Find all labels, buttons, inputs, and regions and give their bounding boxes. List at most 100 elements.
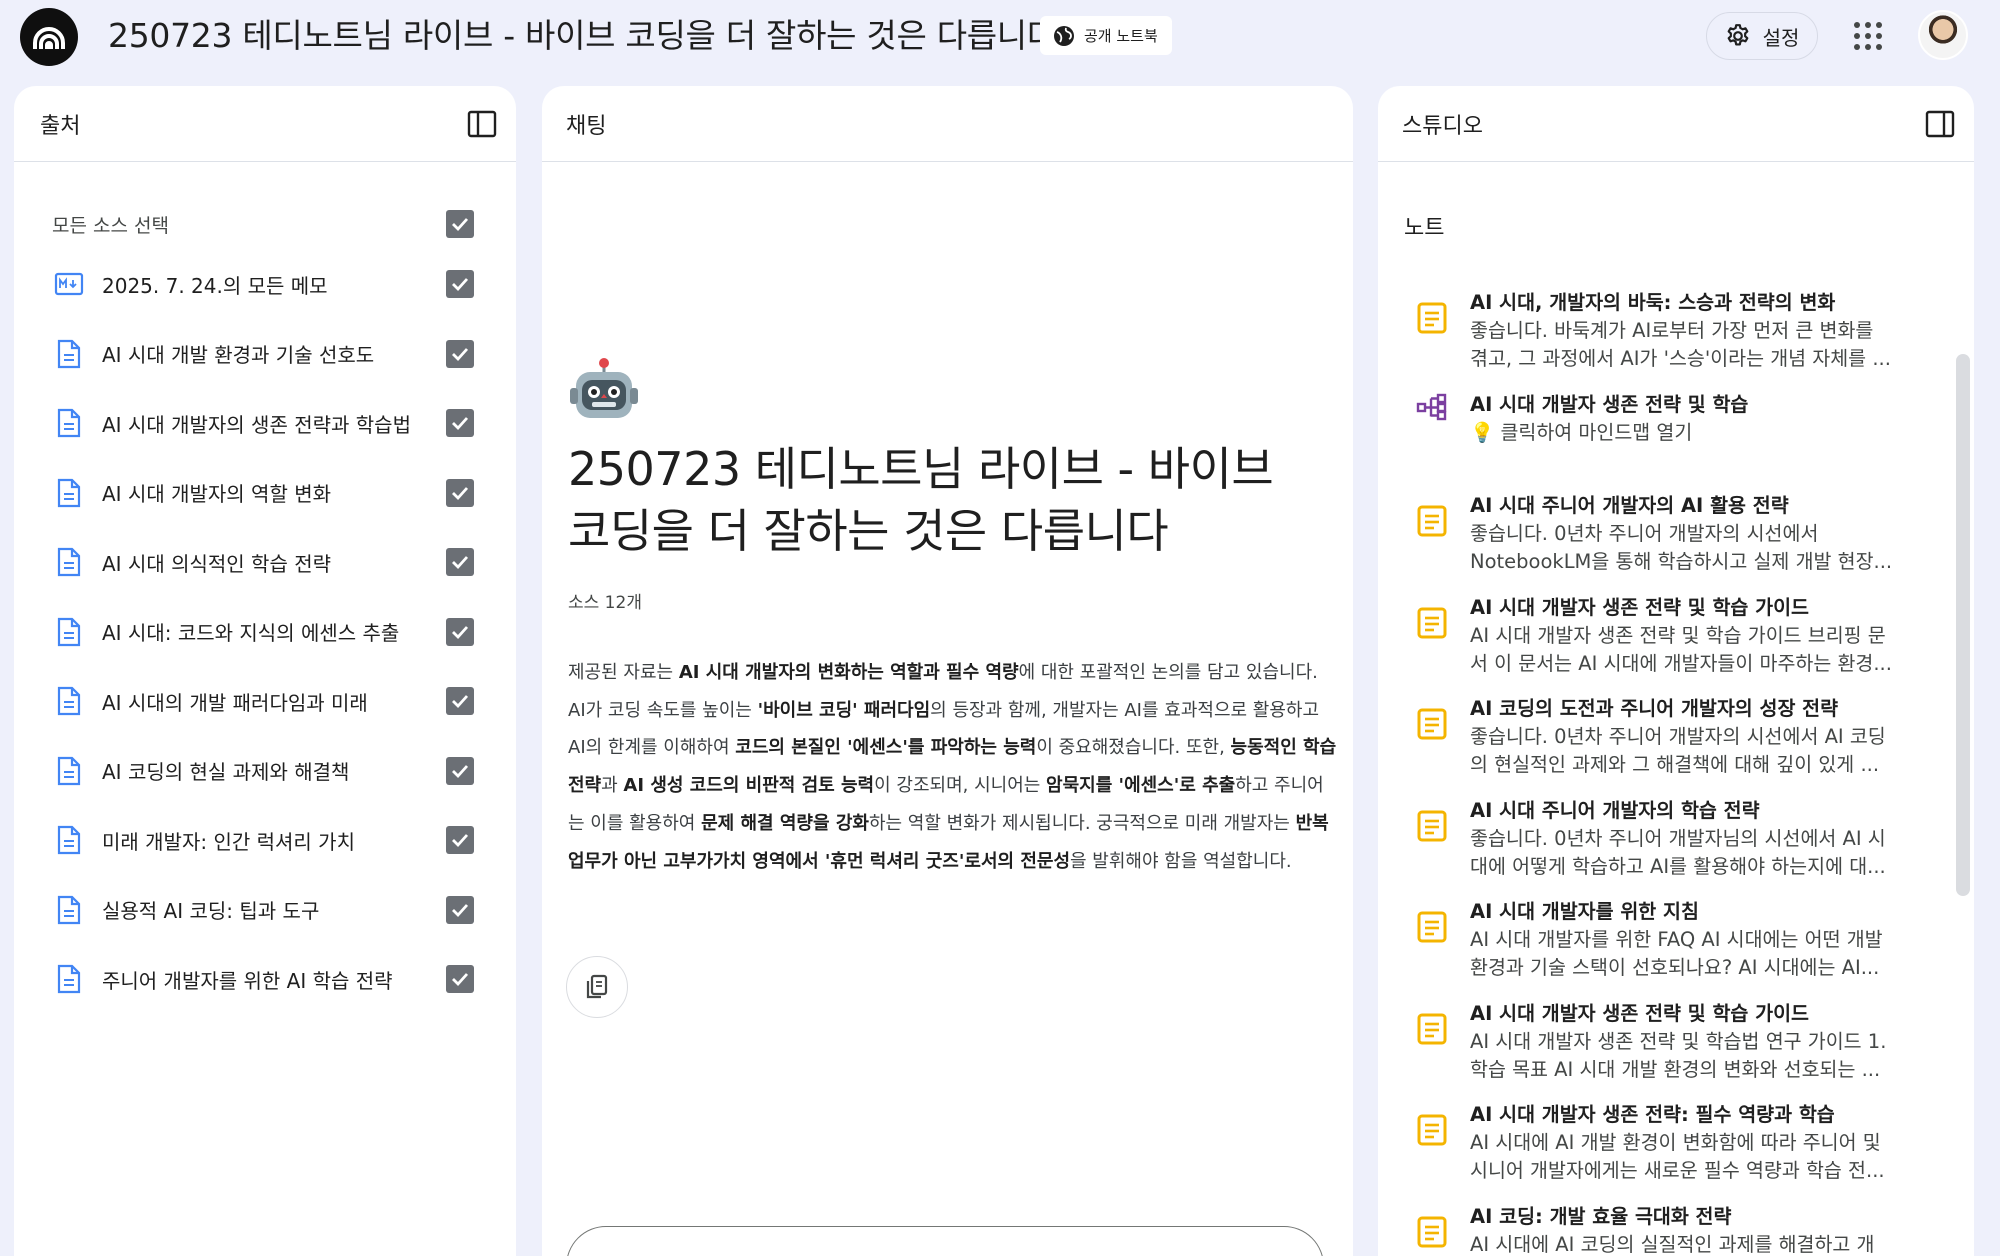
select-all-row[interactable]: 모든 소스 선택 xyxy=(14,194,516,254)
summary-highlight: AI 생성 코드의 비판적 검토 능력 xyxy=(623,775,874,796)
collapse-panel-icon[interactable] xyxy=(1924,108,1956,140)
copy-summary-button[interactable] xyxy=(566,956,628,1018)
document-icon xyxy=(54,686,84,716)
source-item[interactable]: AI 시대: 코드와 지식의 에센스 추출 xyxy=(14,602,516,662)
notebook-title[interactable]: 250723 테디노트님 라이브 - 바이브 코딩을 더 잘하는 것은 다릅니다 xyxy=(108,14,1057,58)
source-item-label: AI 코딩의 현실 과제와 해결책 xyxy=(102,756,349,785)
source-checkbox[interactable] xyxy=(446,409,474,437)
source-item-label: AI 시대 의식적인 학습 전략 xyxy=(102,548,331,577)
mindmap-icon xyxy=(1416,391,1448,425)
document-icon xyxy=(54,339,84,369)
source-checkbox[interactable] xyxy=(446,618,474,646)
source-item-label: AI 시대: 코드와 지식의 에센스 추출 xyxy=(102,617,399,646)
source-item[interactable]: AI 시대 개발자의 역할 변화 xyxy=(14,463,516,523)
note-preview: AI 시대에 AI 코딩의 실질적인 과제를 해결하고 개발 효율을 높이는 구… xyxy=(1470,1231,1910,1256)
note-preview-line: 의 현실적인 과제와 그 해결책에 대해 깊이 있게 ... xyxy=(1470,751,1910,779)
summary-highlight: 문제 해결 역량을 강화 xyxy=(701,813,869,834)
note-preview-line: 시니어 개발자에게는 새로운 필수 역량과 학습 전... xyxy=(1470,1157,1910,1185)
source-item-label: 2025. 7. 24.의 모든 메모 xyxy=(102,270,328,299)
document-icon xyxy=(54,617,84,647)
note-preview-line: 학습 목표 AI 시대 개발 환경의 변화와 선호되는 ... xyxy=(1470,1056,1910,1084)
note-title: AI 시대 개발자를 위한 지침 xyxy=(1470,898,1699,926)
source-item[interactable]: 주니어 개발자를 위한 AI 학습 전략 xyxy=(14,949,516,1009)
note-item[interactable]: AI 시대 개발자 생존 전략 및 학습 가이드AI 시대 개발자 생존 전략 … xyxy=(1378,594,1958,694)
apps-grid-icon[interactable] xyxy=(1850,18,1886,54)
select-all-label: 모든 소스 선택 xyxy=(52,211,169,238)
source-checkbox[interactable] xyxy=(446,270,474,298)
note-preview-line: 서 이 문서는 AI 시대에 개발자들이 마주하는 환경... xyxy=(1470,650,1910,678)
source-count: 소스 12개 xyxy=(568,588,642,613)
notes-scrollbar[interactable] xyxy=(1956,266,1970,1256)
note-title: AI 코딩: 개발 효율 극대화 전략 xyxy=(1470,1203,1731,1231)
summary-text: 제공된 자료는 xyxy=(568,662,679,683)
source-item[interactable]: AI 시대 개발자의 생존 전략과 학습법 xyxy=(14,393,516,453)
source-checkbox[interactable] xyxy=(446,896,474,924)
note-item[interactable]: AI 시대, 개발자의 바둑: 스승과 전략의 변화좋습니다. 바둑계가 AI로… xyxy=(1378,289,1958,389)
notebooklm-logo-icon[interactable] xyxy=(20,8,78,66)
source-item[interactable]: AI 시대 개발 환경과 기술 선호도 xyxy=(14,324,516,384)
note-preview-line: 💡 클릭하여 마인드맵 열기 xyxy=(1470,419,1910,447)
source-checkbox[interactable] xyxy=(446,479,474,507)
source-checkbox[interactable] xyxy=(446,826,474,854)
note-icon xyxy=(1416,301,1448,335)
chat-input[interactable] xyxy=(566,1226,1324,1256)
note-preview-line: AI 시대 개발자 생존 전략 및 학습 가이드 브리핑 문 xyxy=(1470,622,1910,650)
document-icon xyxy=(54,547,84,577)
note-preview: AI 시대 개발자를 위한 FAQ AI 시대에는 어떤 개발환경과 기술 스택… xyxy=(1470,926,1910,982)
note-preview-line: 좋습니다. 0년차 주니어 개발자님의 시선에서 AI 시 xyxy=(1470,825,1910,853)
summary-highlight: 코드의 본질인 '에센스'를 파악하는 능력 xyxy=(735,737,1036,758)
public-notebook-chip[interactable]: 공개 노트북 xyxy=(1040,16,1172,55)
note-preview-line: 좋습니다. 바둑계가 AI로부터 가장 먼저 큰 변화를 xyxy=(1470,317,1910,345)
source-item[interactable]: AI 시대 의식적인 학습 전략 xyxy=(14,532,516,592)
collapse-panel-icon[interactable] xyxy=(466,108,498,140)
note-preview: AI 시대에 AI 개발 환경이 변화함에 따라 주니어 및시니어 개발자에게는… xyxy=(1470,1129,1910,1185)
note-item[interactable]: AI 시대 개발자 생존 전략 및 학습 가이드AI 시대 개발자 생존 전략 … xyxy=(1378,1000,1958,1100)
note-preview: 좋습니다. 바둑계가 AI로부터 가장 먼저 큰 변화를겪고, 그 과정에서 A… xyxy=(1470,317,1910,373)
chat-panel-title: 채팅 xyxy=(566,108,606,140)
note-item[interactable]: AI 시대 주니어 개발자의 학습 전략좋습니다. 0년차 주니어 개발자님의 … xyxy=(1378,797,1958,897)
note-item[interactable]: AI 시대 주니어 개발자의 AI 활용 전략좋습니다. 0년차 주니어 개발자… xyxy=(1378,492,1958,592)
note-icon xyxy=(1416,910,1448,944)
note-title: AI 시대 주니어 개발자의 AI 활용 전략 xyxy=(1470,492,1789,520)
note-preview: 💡 클릭하여 마인드맵 열기 xyxy=(1470,419,1910,447)
note-title: AI 시대 개발자 생존 전략: 필수 역량과 학습 xyxy=(1470,1101,1835,1129)
sources-panel: 출처 모든 소스 선택 2025. 7. 24.의 모든 메모 AI 시대 개발 … xyxy=(14,86,516,1256)
sources-panel-title: 출처 xyxy=(40,108,80,140)
document-icon xyxy=(54,895,84,925)
source-item[interactable]: 실용적 AI 코딩: 팁과 도구 xyxy=(14,880,516,940)
note-icon xyxy=(1416,1113,1448,1147)
note-item[interactable]: AI 시대 개발자를 위한 지침AI 시대 개발자를 위한 FAQ AI 시대에… xyxy=(1378,898,1958,998)
note-preview: 좋습니다. 0년차 주니어 개발자의 시선에서 AI 코딩의 현실적인 과제와 … xyxy=(1470,723,1910,779)
note-item[interactable]: AI 코딩: 개발 효율 극대화 전략AI 시대에 AI 코딩의 실질적인 과제… xyxy=(1378,1203,1958,1256)
studio-panel-header: 스튜디오 xyxy=(1378,86,1974,162)
summary-highlight: '바이브 코딩' 패러다임 xyxy=(758,700,931,721)
note-item[interactable]: AI 코딩의 도전과 주니어 개발자의 성장 전략좋습니다. 0년차 주니어 개… xyxy=(1378,695,1958,795)
note-preview-line: AI 시대 개발자 생존 전략 및 학습법 연구 가이드 1. xyxy=(1470,1028,1910,1056)
source-checkbox[interactable] xyxy=(446,548,474,576)
note-icon xyxy=(1416,707,1448,741)
source-item[interactable]: 미래 개발자: 인간 럭셔리 가치 xyxy=(14,810,516,870)
document-icon xyxy=(54,756,84,786)
source-checkbox[interactable] xyxy=(446,965,474,993)
source-checkbox[interactable] xyxy=(446,757,474,785)
robot-emoji-icon xyxy=(568,356,640,428)
source-item[interactable]: AI 시대의 개발 패러다임과 미래 xyxy=(14,671,516,731)
notebook-heading: 250723 테디노트님 라이브 - 바이브 코딩을 더 잘하는 것은 다릅니다 xyxy=(568,438,1328,562)
note-title: AI 코딩의 도전과 주니어 개발자의 성장 전략 xyxy=(1470,695,1838,723)
note-preview: 좋습니다. 0년차 주니어 개발자의 시선에서NotebookLM을 통해 학습… xyxy=(1470,520,1910,576)
note-item[interactable]: AI 시대 개발자 생존 전략: 필수 역량과 학습AI 시대에 AI 개발 환… xyxy=(1378,1101,1958,1201)
source-item[interactable]: 2025. 7. 24.의 모든 메모 xyxy=(14,254,516,314)
source-item-label: AI 시대 개발 환경과 기술 선호도 xyxy=(102,339,374,368)
select-all-checkbox[interactable] xyxy=(446,210,474,238)
source-checkbox[interactable] xyxy=(446,687,474,715)
note-item[interactable]: AI 시대 개발자 생존 전략 및 학습💡 클릭하여 마인드맵 열기 xyxy=(1378,391,1958,491)
settings-button[interactable]: 설정 xyxy=(1706,12,1818,60)
note-title: AI 시대 주니어 개발자의 학습 전략 xyxy=(1470,797,1760,825)
scrollbar-thumb[interactable] xyxy=(1956,354,1970,896)
source-checkbox[interactable] xyxy=(446,340,474,368)
summary-highlight: 암묵지를 '에센스'로 추출 xyxy=(1046,775,1235,796)
summary-text: 을 발휘해야 함을 역설합니다. xyxy=(1070,851,1292,872)
avatar[interactable] xyxy=(1918,10,1968,60)
source-item[interactable]: AI 코딩의 현실 과제와 해결책 xyxy=(14,741,516,801)
note-preview-line: AI 시대 개발자를 위한 FAQ AI 시대에는 어떤 개발 xyxy=(1470,926,1910,954)
